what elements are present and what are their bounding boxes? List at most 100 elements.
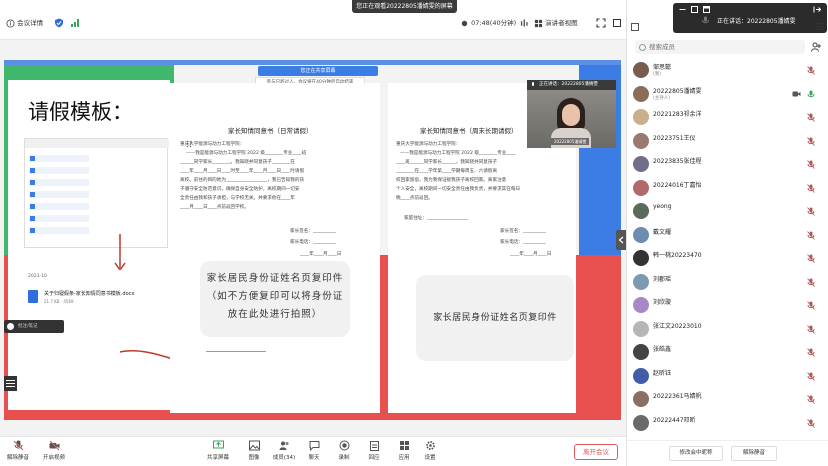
mic-muted-icon[interactable]: [807, 395, 815, 404]
window-restore-icon[interactable]: [612, 18, 622, 28]
doc-line: 全责任由我和孩子承担，与学校无关。并要求他在____年: [180, 196, 295, 201]
gear-icon: [425, 441, 435, 450]
record-button[interactable]: 录制: [328, 440, 360, 461]
doc-line: ——我是能源与动力工程学院 2022 级________专业____班: [186, 151, 307, 156]
mic-muted-icon[interactable]: [807, 254, 815, 263]
members-button[interactable]: 成员(34): [268, 440, 300, 461]
doc-line: ________在____学年第____学期每周五、六请假离: [396, 169, 498, 174]
rename-button[interactable]: 修改会中昵称: [669, 446, 723, 461]
fullscreen-icon[interactable]: [596, 18, 606, 28]
avatar: [633, 109, 649, 125]
search-members-input[interactable]: [635, 40, 805, 54]
annotation-toolbar[interactable]: 批注/笔记: [4, 320, 64, 333]
mic-muted-icon[interactable]: [807, 207, 815, 216]
mic-muted-icon[interactable]: [807, 230, 815, 240]
doc-line: 家长签名：__________: [500, 229, 546, 234]
mic-muted-icon[interactable]: [807, 113, 815, 122]
participant-role: (主持人): [653, 95, 671, 101]
file-size: 21.7 KB · 4569: [44, 299, 74, 304]
annotation-icon: [7, 323, 14, 330]
meeting-detail-button[interactable]: 会议详情: [6, 17, 43, 29]
doc-line: ______同学家长________。我知晓并同意孩子________在: [180, 160, 295, 165]
members-icon: [279, 441, 289, 450]
exit-icon[interactable]: [813, 6, 821, 13]
doc-line: 校回家留宿，我为我保证接我孩子离校回家。离家注意: [396, 178, 507, 183]
camera-on-icon[interactable]: [792, 90, 801, 98]
chat-icon: [309, 441, 319, 451]
file-name: 关于归寝假条-家长知情同意书模板.docx: [44, 291, 135, 297]
participant-row[interactable]: 张江文20223010: [627, 319, 828, 340]
participant-row[interactable]: 张皓鑫: [627, 342, 828, 363]
participant-row[interactable]: 20222805潘婧雯 (主持人): [627, 84, 828, 105]
participant-row[interactable]: 20222361马婧帆: [627, 389, 828, 410]
chat-button[interactable]: 聊天: [298, 440, 330, 461]
avatar: [633, 156, 649, 172]
search-icon: [639, 44, 646, 51]
shield-icon[interactable]: [54, 18, 64, 28]
meeting-detail-label: 会议详情: [17, 19, 44, 27]
info-icon: [6, 18, 15, 28]
avatar: [633, 297, 649, 313]
panel-icon[interactable]: [703, 6, 710, 13]
mic-muted-icon[interactable]: [807, 301, 815, 310]
speaker-video-tile[interactable]: 正在讲话：20222805潘婧雯 20222805潘婧雯: [527, 80, 616, 148]
mic-muted-icon[interactable]: [807, 66, 815, 75]
participant-row[interactable]: 邹思懿 (我): [627, 60, 828, 81]
participant-row[interactable]: 20223835张佳程: [627, 154, 828, 175]
signal-icon[interactable]: [70, 18, 80, 28]
invite-user-icon[interactable]: [811, 42, 821, 52]
mic-muted-icon[interactable]: [807, 371, 815, 381]
thumbnail-header: [25, 139, 169, 148]
file-attachment-card[interactable]: 2023-10 关于归寝假条-家长知情同意书模板.docx 21.7 KB · …: [24, 270, 169, 320]
participant-name: 戴文耀: [653, 228, 672, 236]
view-mode-dropdown[interactable]: 演讲者视图: [534, 17, 578, 29]
layout-grid-icon: [534, 19, 543, 27]
share-screen-button[interactable]: 共享屏幕: [202, 440, 234, 461]
unmute-all-button[interactable]: 解除静音: [731, 446, 777, 461]
drag-handle-icon[interactable]: [186, 140, 192, 148]
annotate-button[interactable]: 图像: [238, 440, 270, 461]
window-icon[interactable]: [691, 6, 698, 13]
participant-row[interactable]: 韩一桃20223470: [627, 248, 828, 269]
apps-label: 应用: [398, 455, 410, 461]
divider: [206, 351, 266, 352]
leave-meeting-button[interactable]: 离开会议: [574, 444, 618, 460]
mic-icon: [532, 82, 534, 86]
participant-row[interactable]: 20221283祁余洋: [627, 107, 828, 128]
mic-muted-icon[interactable]: [807, 418, 815, 428]
collapse-panel-handle[interactable]: [616, 230, 626, 250]
unmute-label: 解除静音: [6, 455, 29, 461]
participant-row[interactable]: 20222447邓昕: [627, 413, 828, 434]
start-video-button[interactable]: 开启视频: [38, 440, 70, 461]
mic-muted-icon[interactable]: [807, 136, 815, 146]
mic-muted-icon[interactable]: [807, 160, 815, 169]
settings-button[interactable]: 设置: [414, 440, 446, 461]
participant-row[interactable]: yeong: [627, 201, 828, 222]
participant-row[interactable]: 刘郡瑶: [627, 272, 828, 293]
unmute-button[interactable]: 解除静音: [2, 440, 34, 461]
record-icon: [339, 440, 349, 451]
video-tile-name: 20222805潘婧雯: [551, 138, 590, 145]
mic-muted-icon[interactable]: [807, 324, 815, 334]
participant-name: 刘郡瑶: [653, 275, 672, 283]
mic-muted-icon[interactable]: [807, 277, 815, 287]
side-menu-button[interactable]: [4, 376, 17, 391]
mic-muted-icon[interactable]: [807, 348, 815, 357]
hamburger-menu-icon[interactable]: [815, 22, 824, 31]
doc-line: 家庭住址：__________________: [404, 216, 469, 221]
minimize-icon[interactable]: [679, 6, 686, 13]
participant-name: 20223835张佳程: [653, 158, 702, 165]
participant-name: 张江文20223010: [653, 322, 702, 330]
audio-stats-icon[interactable]: [520, 18, 529, 28]
participant-row[interactable]: 赵昕钰: [627, 366, 828, 387]
participant-row[interactable]: 戴文耀: [627, 225, 828, 246]
participant-row[interactable]: 刘欣璇: [627, 295, 828, 316]
rollcall-button[interactable]: 回应: [358, 440, 390, 461]
participant-row[interactable]: 20223751王仪: [627, 131, 828, 152]
participant-row[interactable]: 20224016丁嘉怡: [627, 178, 828, 199]
chat-label: 聊天: [308, 455, 320, 461]
mic-active-icon[interactable]: [807, 90, 815, 99]
down-arrow-annotation: [114, 234, 126, 272]
mic-muted-icon[interactable]: [807, 183, 815, 193]
layout-icon[interactable]: [631, 23, 639, 31]
